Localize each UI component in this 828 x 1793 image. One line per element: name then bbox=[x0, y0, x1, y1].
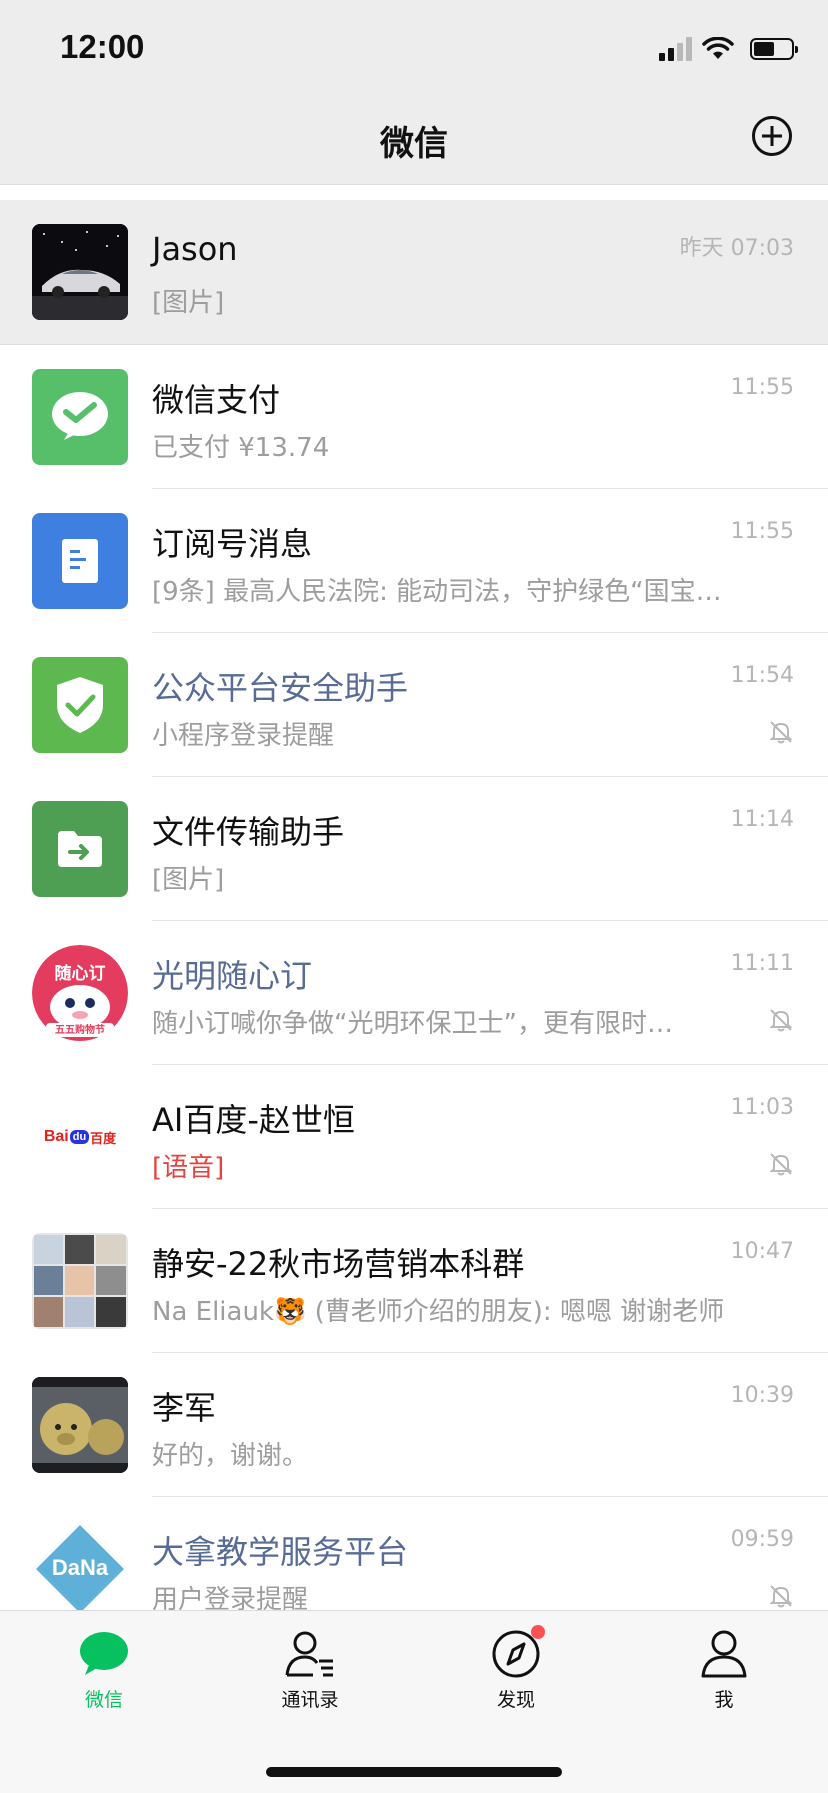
chat-preview: 用户登录提醒 bbox=[152, 1585, 309, 1610]
chat-item-dana[interactable]: DaNa 大拿教学服务平台 用户登录提醒 09:59 bbox=[0, 1497, 828, 1610]
tab-label: 微信 bbox=[84, 1689, 123, 1711]
chat-time: 11:55 bbox=[730, 519, 794, 544]
chat-time: 09:59 bbox=[730, 1527, 794, 1552]
chat-item-file-transfer[interactable]: 文件传输助手 [图片] 11:14 bbox=[0, 777, 828, 921]
chat-name: 订阅号消息 bbox=[152, 525, 313, 563]
tab-chats[interactable]: 微信 bbox=[44, 1629, 164, 1712]
wifi-icon bbox=[702, 37, 734, 59]
status-bar: 12:00 bbox=[0, 0, 828, 94]
shield-icon bbox=[57, 677, 103, 733]
chat-preview: 小程序登录提醒 bbox=[152, 721, 335, 751]
chat-preview: 已支付 ¥13.74 bbox=[152, 433, 330, 463]
tab-bar: 微信 通讯录 发现 我 bbox=[0, 1610, 828, 1793]
chat-name: 李军 bbox=[152, 1389, 217, 1427]
chat-preview: [图片] bbox=[152, 865, 225, 895]
chat-preview: [语音] bbox=[152, 1147, 732, 1184]
chat-item-subscriptions[interactable]: 订阅号消息 [9条] 最高人民法院: 能动司法，守护绿色“国宝”… 11:55 bbox=[0, 489, 828, 633]
chat-time: 11:03 bbox=[730, 1095, 794, 1120]
chat-preview: Na Eliauk🐯 (曹老师介绍的朋友): 嗯嗯 谢谢老师 bbox=[152, 1297, 725, 1327]
avatar bbox=[32, 369, 128, 465]
chat-bubble-icon bbox=[80, 1632, 128, 1675]
person-icon bbox=[701, 1630, 747, 1678]
file-transfer-icon bbox=[58, 831, 102, 867]
avatar: Bai du 百度 bbox=[32, 1089, 128, 1185]
chat-time: 10:39 bbox=[730, 1383, 794, 1408]
avatar: 随心订 五五购物节 bbox=[32, 945, 128, 1041]
chat-time: 11:11 bbox=[730, 951, 794, 976]
tab-label: 通讯录 bbox=[281, 1689, 339, 1711]
avatar: DaNa bbox=[32, 1521, 128, 1610]
status-time: 12:00 bbox=[60, 28, 145, 65]
pig-photo bbox=[32, 1377, 128, 1473]
mute-bell-icon bbox=[769, 1153, 793, 1176]
voice-tag: [语音] bbox=[152, 1153, 225, 1183]
chat-preview: [9条] 最高人民法院: 能动司法，守护绿色“国宝”… bbox=[152, 577, 732, 607]
chat-time: 昨天 07:03 bbox=[679, 236, 794, 261]
group-grid bbox=[34, 1235, 126, 1327]
chat-name: 文件传输助手 bbox=[152, 813, 345, 851]
chat-name: 光明随心订 bbox=[152, 957, 313, 995]
car-photo bbox=[32, 224, 128, 320]
chat-time: 11:14 bbox=[730, 807, 794, 832]
chat-item-security-assistant[interactable]: 公众平台安全助手 小程序登录提醒 11:54 bbox=[0, 633, 828, 777]
chat-list: Jason [图片] 昨天 07:03 微信支付 已支付 ¥13.74 11:5… bbox=[0, 200, 828, 1610]
tab-me[interactable]: 我 bbox=[664, 1629, 784, 1712]
tab-discover[interactable]: 发现 bbox=[456, 1625, 576, 1712]
chat-item-jason[interactable]: Jason [图片] 昨天 07:03 bbox=[0, 200, 828, 344]
wechat-pay-icon bbox=[52, 392, 108, 440]
battery-icon bbox=[750, 38, 798, 60]
avatar bbox=[32, 801, 128, 897]
page-title: 微信 bbox=[380, 124, 448, 164]
tab-label: 我 bbox=[714, 1689, 734, 1711]
baidu-logo: Bai du 百度 bbox=[43, 1128, 117, 1146]
avatar bbox=[32, 224, 128, 320]
chat-item-lijun[interactable]: 李军 好的，谢谢。 10:39 bbox=[0, 1353, 828, 1497]
avatar bbox=[32, 1233, 128, 1329]
chat-name: 微信支付 bbox=[152, 381, 281, 419]
chat-name: AI百度-赵世恒 bbox=[152, 1101, 355, 1139]
subscription-icon bbox=[62, 539, 98, 583]
avatar bbox=[32, 657, 128, 753]
cellular-signal-icon bbox=[659, 37, 692, 61]
avatar-text: 随心订 bbox=[54, 964, 106, 984]
avatar bbox=[32, 1377, 128, 1473]
tab-contacts[interactable]: 通讯录 bbox=[250, 1629, 370, 1712]
mute-bell-icon bbox=[769, 1009, 793, 1032]
chat-name: 大拿教学服务平台 bbox=[152, 1533, 409, 1571]
chat-preview: 随小订喊你争做“光明环保卫士”，更有限时… bbox=[152, 1009, 673, 1039]
chat-name: 静安-22秋市场营销本科群 bbox=[152, 1245, 525, 1283]
mute-bell-icon bbox=[769, 721, 793, 744]
contacts-icon bbox=[285, 1631, 333, 1677]
avatar bbox=[32, 513, 128, 609]
chat-item-baidu[interactable]: Bai du 百度 AI百度-赵世恒 [语音] 11:03 bbox=[0, 1065, 828, 1209]
chat-item-wechat-pay[interactable]: 微信支付 已支付 ¥13.74 11:55 bbox=[0, 345, 828, 489]
chat-preview: [图片] bbox=[152, 288, 225, 318]
home-indicator[interactable] bbox=[266, 1767, 562, 1777]
chat-preview: 好的，谢谢。 bbox=[152, 1441, 309, 1471]
chat-time: 11:54 bbox=[730, 663, 794, 688]
chat-name: 公众平台安全助手 bbox=[152, 669, 409, 707]
chat-time: 11:55 bbox=[730, 375, 794, 400]
notification-badge bbox=[531, 1625, 545, 1639]
nav-bar: 微信 bbox=[0, 94, 828, 185]
mute-bell-icon bbox=[769, 1585, 793, 1608]
status-icons bbox=[659, 34, 798, 64]
avatar-subtext: 五五购物节 bbox=[55, 1025, 105, 1036]
chat-name: Jason bbox=[152, 230, 238, 268]
chat-time: 10:47 bbox=[730, 1239, 794, 1264]
chat-item-jingan-group[interactable]: 静安-22秋市场营销本科群 Na Eliauk🐯 (曹老师介绍的朋友): 嗯嗯 … bbox=[0, 1209, 828, 1353]
chat-item-guangming[interactable]: 随心订 五五购物节 光明随心订 随小订喊你争做“光明环保卫士”，更有限时… 11… bbox=[0, 921, 828, 1065]
tab-label: 发现 bbox=[496, 1689, 535, 1711]
plus-circle-icon[interactable] bbox=[752, 116, 792, 156]
